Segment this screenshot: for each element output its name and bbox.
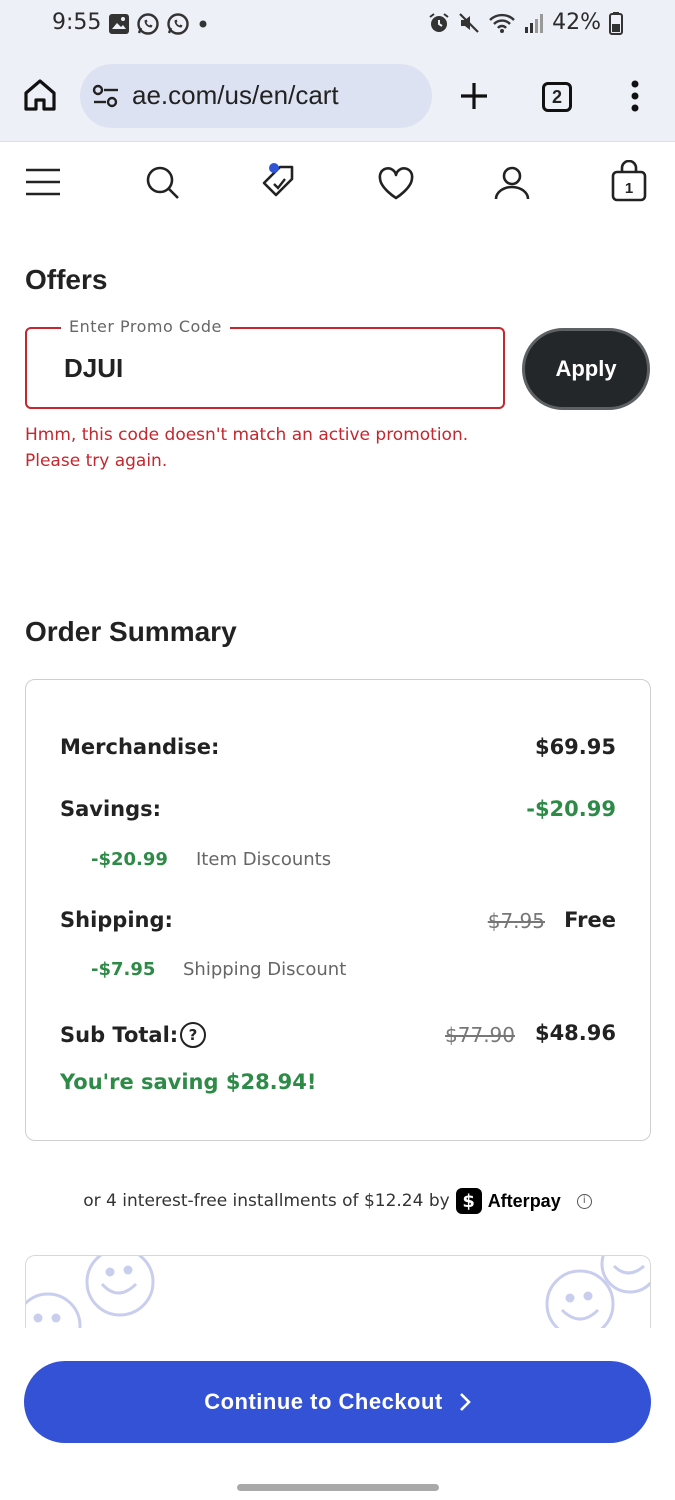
- order-summary-card: Merchandise: $69.95 Savings: -$20.99 -$2…: [25, 679, 651, 1141]
- cart-count: 1: [625, 180, 633, 197]
- menu-icon: [26, 168, 60, 196]
- home-icon: [24, 79, 56, 111]
- notification-icons: [108, 12, 210, 36]
- promo-code-field[interactable]: Enter Promo Code: [25, 317, 505, 409]
- new-tab-button[interactable]: [458, 80, 490, 116]
- home-indicator[interactable]: [237, 1484, 439, 1491]
- savings-value: -$20.99: [526, 797, 616, 821]
- status-time: 9:55: [52, 10, 102, 35]
- address-bar[interactable]: ae.com/us/en/cart: [80, 64, 432, 128]
- browser-menu-button[interactable]: [630, 80, 640, 116]
- search-icon: [146, 166, 179, 199]
- signal-icon: [525, 13, 544, 33]
- cart-button[interactable]: 1: [610, 159, 648, 206]
- afterpay-installments: or 4 interest-free installments of $12.2…: [0, 1188, 675, 1214]
- system-icons: 42%: [428, 10, 623, 35]
- total-savings-message: You're saving $28.94!: [60, 1070, 317, 1094]
- afterpay-info-icon[interactable]: i: [576, 1193, 592, 1209]
- promo-code-input[interactable]: [64, 353, 464, 384]
- savings-label: Savings:: [60, 797, 162, 821]
- subtotal-original-price: $77.90: [445, 1023, 515, 1047]
- gallery-icon: [109, 14, 129, 34]
- wishlist-heart-icon: [378, 167, 414, 200]
- item-discount-label: Item Discounts: [196, 849, 332, 870]
- subtotal-label: Sub Total:: [60, 1023, 179, 1047]
- plus-icon: [461, 83, 487, 109]
- home-button[interactable]: [22, 78, 58, 112]
- afterpay-logo-icon: $: [455, 1188, 482, 1214]
- battery-percent: 42%: [552, 10, 601, 35]
- checkout-label: Continue to Checkout: [204, 1389, 443, 1414]
- alarm-icon: [429, 12, 449, 32]
- tab-switcher-button[interactable]: 2: [542, 82, 572, 112]
- continue-to-checkout-button[interactable]: Continue to Checkout: [24, 1361, 651, 1443]
- shipping-discount-label: Shipping Discount: [183, 959, 347, 980]
- menu-button[interactable]: [25, 167, 61, 201]
- account-button[interactable]: [494, 165, 530, 205]
- account-icon: [494, 166, 530, 200]
- wishlist-button[interactable]: [377, 167, 415, 205]
- wifi-icon: [489, 13, 515, 33]
- dot-icon: [199, 20, 207, 28]
- promo-code-label: Enter Promo Code: [61, 317, 230, 336]
- site-settings-icon[interactable]: [92, 84, 120, 108]
- afterpay-brand: Afterpay: [487, 1190, 561, 1211]
- search-button[interactable]: [145, 165, 181, 205]
- shipping-discount-amount: -$7.95: [91, 959, 156, 980]
- shipping-label: Shipping:: [60, 908, 173, 932]
- merchandise-label: Merchandise:: [60, 735, 220, 759]
- chevron-right-icon: [459, 1393, 471, 1411]
- promo-error-line: Hmm, this code doesn't match an active p…: [25, 425, 469, 445]
- promo-error-line: Please try again.: [25, 451, 168, 471]
- smiley-pattern: [26, 1256, 650, 1328]
- cart-bag-icon: 1: [611, 159, 647, 202]
- subtotal-help-icon[interactable]: ?: [180, 1022, 206, 1048]
- subtotal-value: $48.96: [534, 1021, 616, 1045]
- whatsapp-icon: [167, 13, 189, 35]
- item-discount-amount: -$20.99: [91, 849, 168, 870]
- site-nav: 1: [0, 143, 675, 223]
- status-bar: 9:55 42%: [0, 0, 675, 48]
- apply-promo-button[interactable]: Apply: [522, 328, 650, 410]
- more-vert-icon: [631, 80, 639, 112]
- promo-banner[interactable]: [25, 1255, 651, 1328]
- offers-button[interactable]: [260, 161, 300, 205]
- shipping-value: Free: [564, 908, 616, 932]
- offers-tag-icon: [262, 163, 294, 197]
- offers-heading: Offers: [25, 264, 108, 295]
- installments-text: or 4 interest-free installments of $12.2…: [83, 1191, 450, 1211]
- url-text[interactable]: ae.com/us/en/cart: [132, 80, 339, 111]
- mute-icon: [459, 12, 479, 33]
- shipping-original-price: $7.95: [487, 909, 545, 933]
- whatsapp-icon: [137, 13, 159, 35]
- merchandise-value: $69.95: [534, 735, 616, 759]
- browser-toolbar: ae.com/us/en/cart 2: [0, 48, 675, 142]
- promo-error-message: Hmm, this code doesn't match an active p…: [25, 422, 585, 474]
- battery-icon: [609, 11, 623, 35]
- order-summary-heading: Order Summary: [25, 616, 237, 647]
